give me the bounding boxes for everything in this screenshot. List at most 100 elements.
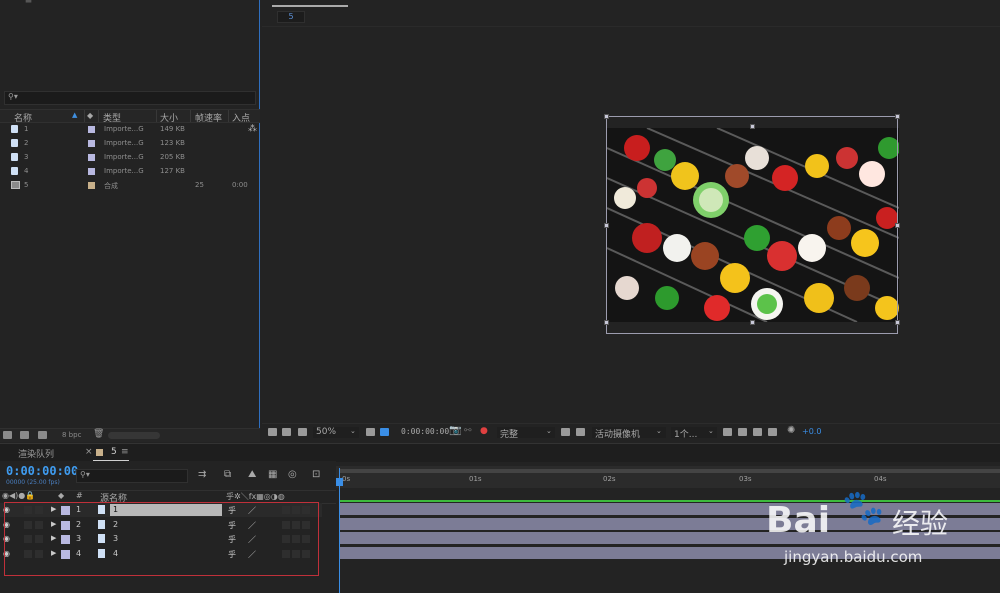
trash-icon[interactable]: 🗑 — [93, 429, 104, 439]
transform-handle[interactable] — [895, 223, 900, 228]
current-time-display[interactable]: 0:00:00:00 — [6, 464, 78, 478]
tab-menu-icon[interactable]: ≡ — [121, 447, 129, 457]
current-time-indicator-head[interactable] — [336, 478, 343, 486]
transform-handle[interactable] — [604, 114, 609, 119]
search-icon: ⚲▾ — [8, 92, 18, 101]
close-tab-icon[interactable]: × — [85, 447, 93, 457]
switches-icons[interactable]: 乎✲＼fx▦◎◑◍ — [226, 491, 285, 502]
paw-icon: 🐾 — [842, 488, 885, 528]
show-snapshot-icon[interactable]: ⚯ — [464, 426, 472, 436]
viewer-tabs: ▔▔ ▔▔ ▔▔ ▔▔ — [262, 0, 1000, 8]
label-color-swatch[interactable] — [88, 182, 95, 189]
project-tabs: ▔▔ ≡ ▔▔▔▔▔▔ — [0, 0, 260, 8]
image-file-icon — [11, 153, 18, 161]
label-tag-icon[interactable]: ◆ — [87, 111, 93, 120]
composition-name-tab[interactable]: 5 — [277, 11, 305, 23]
frame-rate-text: 00000 (25.00 fps) — [6, 479, 60, 486]
chevron-down-icon: ⌄ — [708, 427, 714, 435]
project-item[interactable]: 3 Importe...G 205 KB — [0, 151, 250, 164]
transform-handle[interactable] — [750, 124, 755, 129]
transparency-grid-icon[interactable] — [576, 428, 585, 436]
transform-handle[interactable] — [895, 114, 900, 119]
comp-flowchart-icon[interactable] — [753, 428, 762, 436]
motion-blur-icon[interactable]: ◎ — [288, 469, 297, 480]
new-folder-icon[interactable] — [20, 431, 29, 439]
tab-composition-5[interactable]: 5 — [111, 447, 117, 457]
camera-snapshot-icon[interactable]: 📷 — [449, 425, 461, 436]
new-composition-icon[interactable] — [38, 431, 47, 439]
chevron-down-icon: ⌄ — [656, 427, 662, 435]
annotation-selection-box — [4, 502, 319, 576]
flowchart-icon[interactable]: ⁂ — [248, 124, 257, 134]
sort-arrow-icon: ▲ — [72, 111, 78, 119]
region-of-interest-icon[interactable] — [380, 428, 389, 436]
tab-project-fragment[interactable]: ▔▔ ≡ — [8, 0, 32, 6]
transform-handle[interactable] — [604, 320, 609, 325]
label-color-swatch[interactable] — [88, 168, 95, 175]
watermark-brand2: 经验 — [892, 507, 949, 540]
mask-visibility-icon[interactable] — [298, 428, 307, 436]
comp-mini-flowchart-icon[interactable]: ⇉ — [198, 469, 206, 480]
fit-frame-icon[interactable] — [366, 428, 375, 436]
project-item[interactable]: 4 Importe...G 127 KB — [0, 165, 250, 178]
chevron-down-icon: ⌄ — [350, 427, 356, 435]
tab-effects-fragment[interactable]: ▔▔▔▔▔▔ — [66, 0, 108, 6]
viewer-toolbar: 50% ⌄ 0:00:00:00 📷 ⚯ ● 完整 ⌄ 活动摄像机 ⌄ 1个..… — [262, 423, 1000, 441]
tab-layer-fragment[interactable]: ▔▔ ▔▔ — [374, 0, 405, 6]
timeline-tabs: 渲染队列 × 5 ≡ — [0, 443, 1000, 462]
pixel-aspect-icon[interactable] — [723, 428, 732, 436]
view-layout-dropdown[interactable]: 1个... ⌄ — [671, 427, 717, 440]
project-item[interactable]: 1 Importe...G 149 KB — [0, 123, 250, 136]
reset-exposure-icon[interactable]: ✺ — [787, 425, 795, 436]
work-area-bar[interactable] — [340, 469, 1000, 473]
image-file-icon — [11, 167, 18, 175]
tab-render-queue[interactable]: 渲染队列 — [18, 447, 54, 460]
bpc-setting[interactable]: 8 bpc — [62, 431, 81, 439]
interpret-footage-icon[interactable] — [3, 431, 12, 439]
timeline-icon[interactable] — [738, 428, 747, 436]
tab-footage-fragment[interactable]: ▔▔ ▔▔ — [474, 0, 505, 6]
frame-blending-icon[interactable]: ▦ — [268, 469, 277, 480]
label-color-swatch[interactable] — [88, 126, 95, 133]
project-column-header: 名称 ▲ ◆ 类型 大小 帧速率 入点 — [0, 109, 260, 124]
camera-view-dropdown[interactable]: 活动摄像机 ⌄ — [592, 427, 666, 440]
comp-label-swatch — [96, 449, 103, 456]
viewer-timecode[interactable]: 0:00:00:00 — [401, 427, 449, 436]
column-layer-number[interactable]: # — [76, 491, 83, 500]
horizontal-scrollbar[interactable] — [108, 432, 160, 439]
image-file-icon — [11, 139, 18, 147]
layer-bounding-box[interactable] — [604, 114, 900, 334]
av-features-icons[interactable]: ◉◀)●🔒 — [2, 491, 35, 500]
transform-handle[interactable] — [750, 320, 755, 325]
project-search-input[interactable]: ⚲▾ — [4, 91, 256, 105]
monitor-icon[interactable] — [282, 428, 291, 436]
transform-handle[interactable] — [604, 223, 609, 228]
chevron-down-icon: ⌄ — [546, 427, 552, 435]
project-footer: 8 bpc 🗑 — [0, 428, 260, 442]
tab-composition-active[interactable] — [272, 5, 348, 7]
flowchart-view-icon[interactable] — [768, 428, 777, 436]
project-item[interactable]: 2 Importe...G 123 KB — [0, 137, 250, 150]
baidu-watermark: Bai 🐾 经验 jingyan.baidu.com — [760, 480, 990, 580]
timeline-search-input[interactable]: ⚲▾ — [76, 469, 188, 483]
graph-editor-icon[interactable]: ⊡ — [312, 469, 320, 480]
always-preview-icon[interactable] — [268, 428, 277, 436]
label-tag-icon[interactable]: ◆ — [58, 491, 64, 500]
zoom-dropdown[interactable]: 50% ⌄ — [313, 427, 359, 438]
exposure-value[interactable]: +0.0 — [802, 427, 821, 436]
project-item[interactable]: 5 合成 25 0:00 — [0, 179, 250, 192]
shy-layers-icon[interactable]: ⛰ — [248, 469, 256, 480]
fast-preview-icon[interactable] — [561, 428, 570, 436]
draft-3d-icon[interactable]: ⧉ — [224, 469, 231, 480]
image-file-icon — [11, 125, 18, 133]
label-color-swatch[interactable] — [88, 140, 95, 147]
search-icon: ⚲▾ — [80, 470, 90, 479]
resolution-dropdown[interactable]: 完整 ⌄ — [497, 427, 555, 440]
composition-icon — [11, 181, 20, 189]
project-panel — [0, 0, 260, 441]
color-channels-icon[interactable]: ● — [480, 426, 488, 436]
current-time-indicator[interactable] — [339, 468, 340, 593]
transform-handle[interactable] — [895, 320, 900, 325]
label-color-swatch[interactable] — [88, 154, 95, 161]
watermark-brand: Bai — [766, 500, 831, 541]
